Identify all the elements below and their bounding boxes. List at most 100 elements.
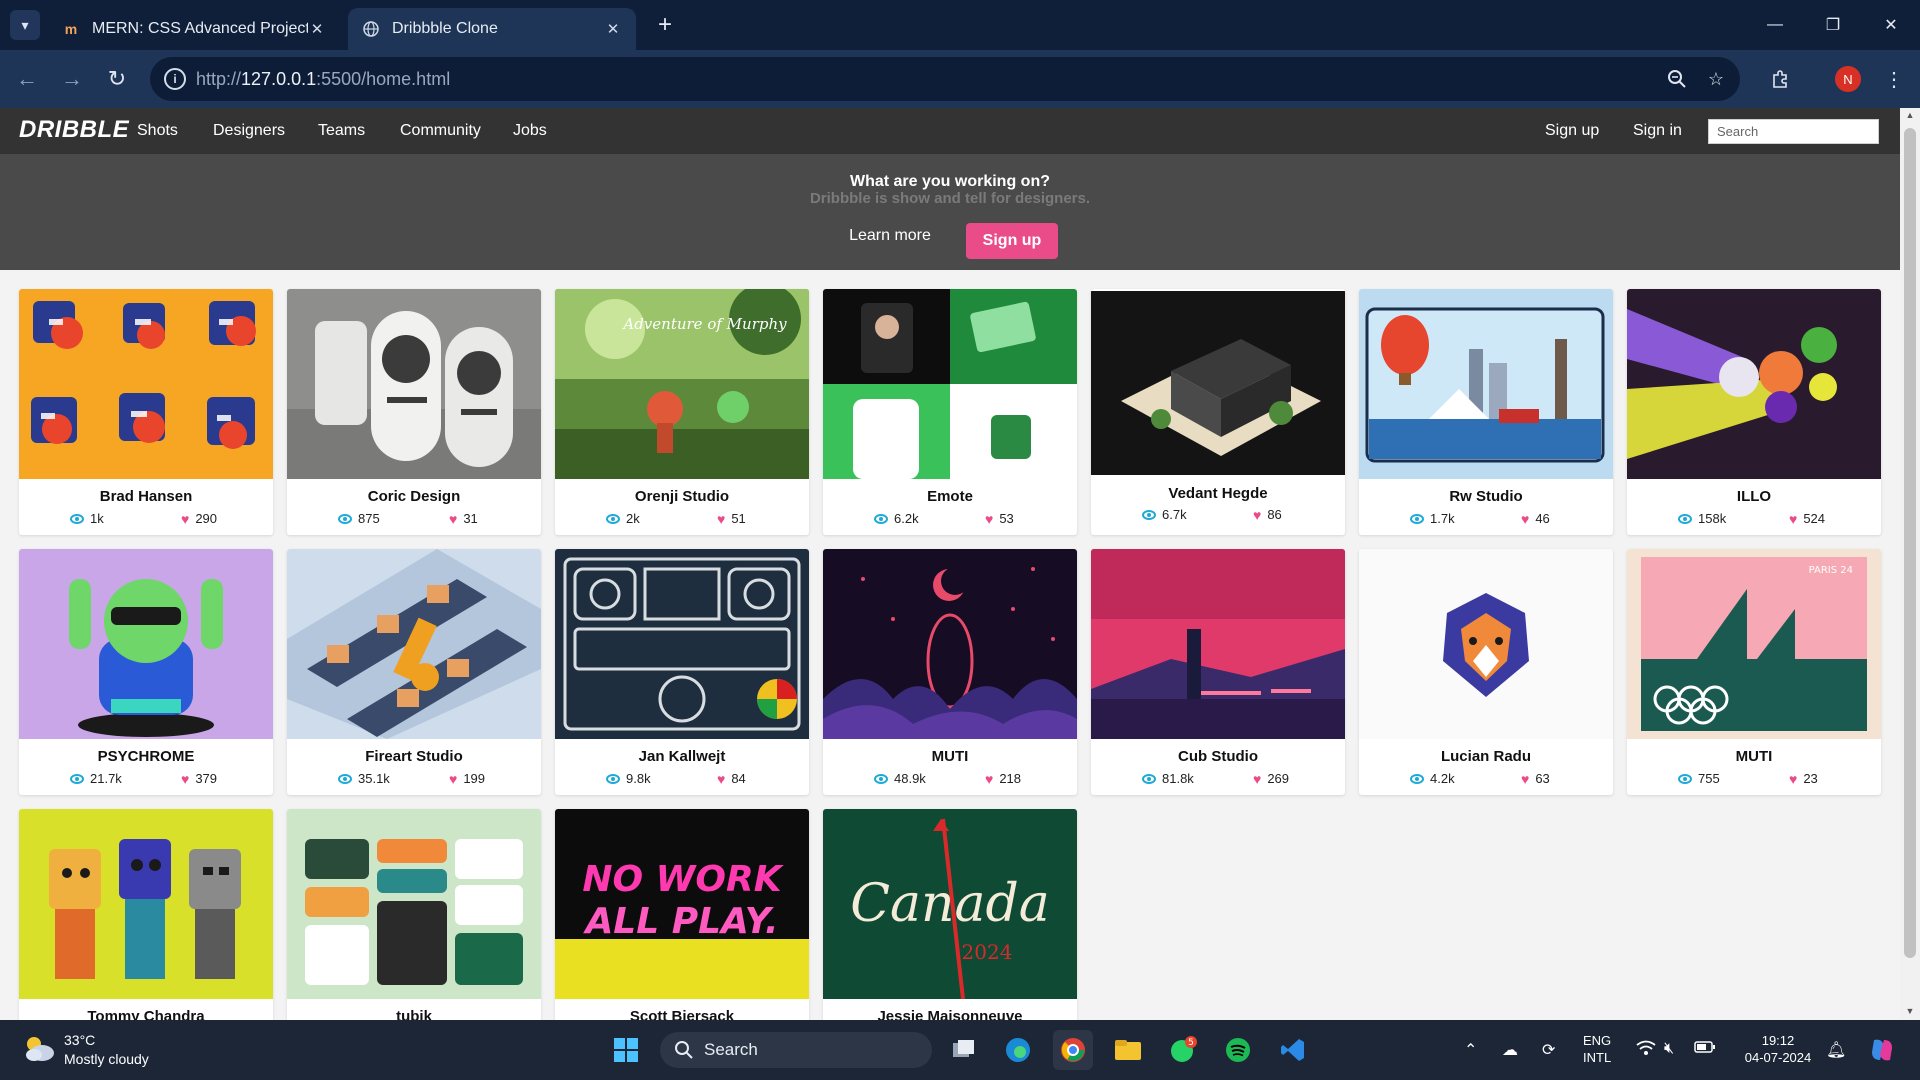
shot-card[interactable]: Canada 2024 Jessie Maisonneuve — [823, 809, 1077, 1020]
chrome-browser-icon[interactable] — [1053, 1030, 1093, 1070]
shot-author[interactable]: ILLO — [1627, 488, 1881, 505]
like-count[interactable]: ♥ 23 — [1789, 771, 1818, 786]
like-count[interactable]: ♥ 379 — [181, 771, 217, 786]
site-info-icon[interactable]: i — [164, 68, 186, 90]
shot-thumbnail[interactable] — [287, 549, 541, 739]
weather-description[interactable]: Mostly cloudy — [64, 1051, 149, 1067]
page-scrollbar[interactable]: ▲ ▼ — [1900, 108, 1920, 1020]
shot-author[interactable]: Jessie Maisonneuve — [823, 1008, 1077, 1020]
shot-thumbnail[interactable] — [19, 549, 273, 739]
tab-search-chevron-icon[interactable]: ▾ — [10, 10, 40, 40]
shot-author[interactable]: Emote — [823, 488, 1077, 505]
shot-author[interactable]: Rw Studio — [1359, 488, 1613, 505]
shot-card[interactable]: Lucian Radu 4.2k ♥ 63 — [1359, 549, 1613, 795]
like-count[interactable]: ♥ 51 — [717, 511, 746, 526]
like-count[interactable]: ♥ 524 — [1789, 511, 1825, 526]
copilot-icon[interactable] — [1862, 1030, 1902, 1070]
task-view-icon[interactable] — [944, 1030, 984, 1070]
shot-author[interactable]: Scott Biersack — [555, 1008, 809, 1020]
scrollbar-thumb[interactable] — [1904, 128, 1916, 958]
reload-icon[interactable]: ↻ — [102, 64, 132, 94]
like-count[interactable]: ♥ 269 — [1253, 771, 1289, 786]
shot-thumbnail[interactable] — [1359, 289, 1613, 479]
file-explorer-icon[interactable] — [1108, 1030, 1148, 1070]
hero-sign-up-button[interactable]: Sign up — [966, 223, 1058, 259]
shot-author[interactable]: Brad Hansen — [19, 488, 273, 505]
edge-browser-icon[interactable] — [998, 1030, 1038, 1070]
shot-author[interactable]: Fireart Studio — [287, 748, 541, 765]
like-count[interactable]: ♥ 290 — [181, 511, 217, 526]
show-hidden-icons-chevron-icon[interactable]: ⌃ — [1464, 1040, 1477, 1060]
clock[interactable]: 19:12 04-07-2024 — [1738, 1032, 1818, 1066]
cloudy-weather-icon[interactable] — [22, 1033, 56, 1063]
shot-thumbnail[interactable] — [823, 289, 1077, 479]
shot-card[interactable]: tubik — [287, 809, 541, 1020]
shot-author[interactable]: Orenji Studio — [555, 488, 809, 505]
restore-icon[interactable]: ❐ — [1804, 0, 1862, 50]
shot-card[interactable]: PSYCHROME 21.7k ♥ 379 — [19, 549, 273, 795]
like-count[interactable]: ♥ 218 — [985, 771, 1021, 786]
shot-thumbnail[interactable] — [287, 809, 541, 999]
spotify-icon[interactable] — [1218, 1030, 1258, 1070]
shot-thumbnail[interactable] — [19, 289, 273, 479]
shot-author[interactable]: Cub Studio — [1091, 748, 1345, 765]
shot-thumbnail[interactable] — [287, 289, 541, 479]
shot-card[interactable]: Emote 6.2k ♥ 53 — [823, 289, 1077, 535]
url-text[interactable]: http://127.0.0.1:5500/home.html — [196, 69, 450, 90]
site-search-input[interactable] — [1708, 119, 1879, 144]
shot-author[interactable]: Jan Kallwejt — [555, 748, 809, 765]
shot-author[interactable]: PSYCHROME — [19, 748, 273, 765]
bookmark-star-icon[interactable]: ☆ — [1704, 67, 1728, 91]
nav-sign-in[interactable]: Sign in — [1633, 122, 1682, 140]
weather-temperature[interactable]: 33°C — [64, 1032, 95, 1048]
notification-bell-icon[interactable]: 🔔︎ — [1826, 1040, 1846, 1060]
shot-thumbnail[interactable] — [1091, 289, 1345, 475]
language-indicator[interactable]: ENG INTL — [1583, 1032, 1611, 1066]
shot-thumbnail[interactable]: PARIS 24 — [1627, 549, 1881, 739]
nav-designers[interactable]: Designers — [213, 122, 285, 140]
windows-start-icon[interactable] — [606, 1030, 646, 1070]
shot-card[interactable]: Jan Kallwejt 9.8k ♥ 84 — [555, 549, 809, 795]
address-bar[interactable]: i http://127.0.0.1:5500/home.html ☆ — [150, 57, 1740, 101]
volume-muted-icon[interactable]: 🔇︎ — [1664, 1040, 1674, 1058]
shot-author[interactable]: Coric Design — [287, 488, 541, 505]
shot-thumbnail[interactable] — [555, 549, 809, 739]
whatsapp-icon[interactable]: 5 — [1163, 1030, 1203, 1070]
shot-thumbnail[interactable] — [823, 549, 1077, 739]
shot-thumbnail[interactable]: Canada 2024 — [823, 809, 1077, 999]
shot-card[interactable]: Coric Design 875 ♥ 31 — [287, 289, 541, 535]
more-menu-icon[interactable]: ⋮ — [1879, 64, 1909, 94]
shot-author[interactable]: Vedant Hegde — [1091, 485, 1345, 502]
shot-thumbnail[interactable] — [1359, 549, 1613, 739]
scroll-up-arrow-icon[interactable]: ▲ — [1904, 110, 1916, 120]
forward-arrow-icon[interactable]: → — [57, 64, 87, 94]
shot-card[interactable]: Vedant Hegde 6.7k ♥ 86 — [1091, 289, 1345, 535]
shot-card[interactable]: Fireart Studio 35.1k ♥ 199 — [287, 549, 541, 795]
shot-author[interactable]: MUTI — [823, 748, 1077, 765]
sync-icon[interactable]: ⟳ — [1542, 1040, 1555, 1060]
taskbar-search-box[interactable]: Search — [660, 1032, 932, 1068]
zoom-icon[interactable] — [1665, 67, 1689, 91]
nav-shots[interactable]: Shots — [137, 122, 178, 140]
vscode-icon[interactable] — [1273, 1030, 1313, 1070]
like-count[interactable]: ♥ 46 — [1521, 511, 1550, 526]
nav-jobs[interactable]: Jobs — [513, 122, 547, 140]
shot-author[interactable]: tubik — [287, 1008, 541, 1020]
tab-dribbble-clone[interactable]: Dribbble Clone ✕ — [348, 8, 636, 50]
like-count[interactable]: ♥ 84 — [717, 771, 746, 786]
shot-card[interactable]: Brad Hansen 1k ♥ 290 — [19, 289, 273, 535]
nav-community[interactable]: Community — [400, 122, 481, 140]
profile-avatar[interactable]: N — [1835, 66, 1861, 92]
like-count[interactable]: ♥ 31 — [449, 511, 478, 526]
shot-thumbnail[interactable] — [1091, 549, 1345, 739]
close-tab-icon[interactable]: ✕ — [308, 20, 326, 38]
shot-thumbnail[interactable] — [1627, 289, 1881, 479]
shot-card[interactable]: PARIS 24 MUTI 755 ♥ 23 — [1627, 549, 1881, 795]
like-count[interactable]: ♥ 63 — [1521, 771, 1550, 786]
like-count[interactable]: ♥ 199 — [449, 771, 485, 786]
nav-sign-up[interactable]: Sign up — [1545, 122, 1599, 140]
like-count[interactable]: ♥ 86 — [1253, 507, 1282, 522]
shot-card[interactable]: Adventure of Murphy Orenji Studio 2k ♥ 51 — [555, 289, 809, 535]
shot-author[interactable]: Lucian Radu — [1359, 748, 1613, 765]
extensions-puzzle-icon[interactable] — [1766, 64, 1796, 94]
